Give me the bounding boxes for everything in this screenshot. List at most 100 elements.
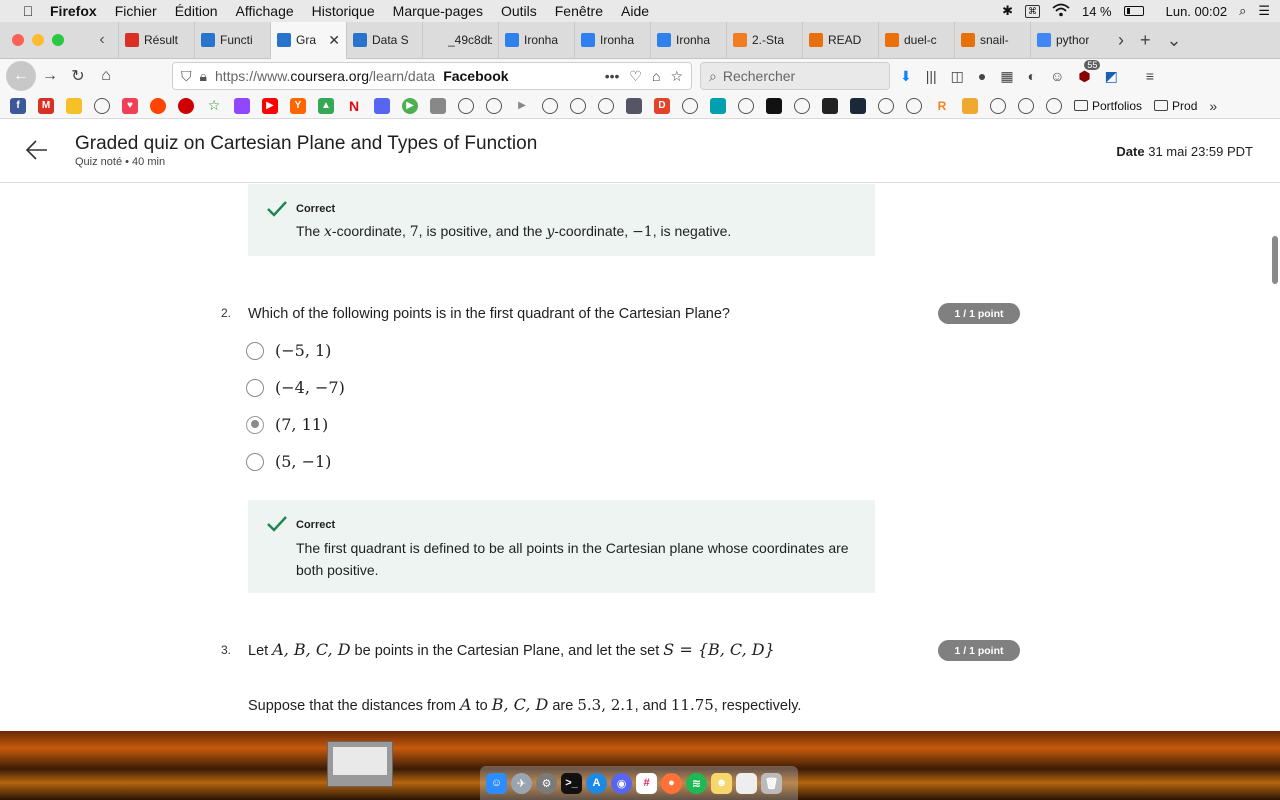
gmail-bookmark-icon[interactable]: M (38, 97, 54, 114)
app6-bookmark-icon[interactable] (766, 97, 782, 114)
page-scrollbar[interactable] (1272, 236, 1278, 284)
ublock-icon[interactable]: ⬢ 55 (1078, 59, 1101, 85)
search-field[interactable]: ⌕ Rechercher (700, 62, 890, 90)
tabs-scroll-right-icon[interactable]: › (1118, 30, 1124, 51)
app7-bookmark-icon[interactable] (822, 97, 838, 114)
lock-icon[interactable]: 🔒︎ (200, 68, 207, 85)
facebook-bookmark-icon[interactable]: f (10, 97, 26, 114)
answer-option-selected[interactable]: (7, 11) (246, 415, 328, 434)
globe5-bookmark-icon[interactable] (570, 97, 586, 114)
extension-grid-icon[interactable]: ▦ (1000, 68, 1013, 85)
tab[interactable]: Résult (118, 21, 194, 59)
globe13-bookmark-icon[interactable] (1018, 97, 1034, 114)
globe-bookmark-icon[interactable] (94, 97, 110, 114)
steam-bookmark-icon[interactable] (850, 97, 866, 114)
battery-icon[interactable] (1123, 6, 1144, 16)
hamburger-menu-icon[interactable]: ≡ (1146, 68, 1154, 84)
keyboard-input-icon[interactable]: ⌘ (1024, 4, 1040, 18)
tab[interactable]: Functi (194, 21, 270, 59)
globe14-bookmark-icon[interactable] (1046, 97, 1062, 114)
menu-historique[interactable]: Historique (312, 3, 375, 19)
tab[interactable]: snail- (954, 21, 1030, 59)
globe11-bookmark-icon[interactable] (906, 97, 922, 114)
minimized-window-thumbnail[interactable] (327, 741, 393, 787)
address-bar[interactable]: ⛉ 🔒︎ https://www.coursera.org/learn/data… (172, 62, 692, 90)
app4-bookmark-icon[interactable] (626, 97, 642, 114)
tab[interactable]: Data S (346, 21, 422, 59)
new-tab-button[interactable]: + (1140, 30, 1151, 51)
tabs-scroll-left-icon[interactable]: ‹ (92, 31, 112, 49)
slack-icon[interactable]: # (636, 772, 657, 794)
tag-icon[interactable]: ⌂ (652, 68, 660, 85)
sidebar-icon[interactable]: ◫ (951, 68, 964, 85)
tab[interactable]: Ironha (574, 21, 650, 59)
answer-option[interactable]: (−4, −7) (246, 378, 345, 397)
menu-marque-pages[interactable]: Marque-pages (393, 3, 483, 19)
keep-bookmark-icon[interactable] (66, 97, 82, 114)
youtube-bookmark-icon[interactable]: ▶ (262, 97, 278, 114)
close-tab-icon[interactable]: ✕ (328, 32, 340, 49)
notification-center-icon[interactable]: ☰ (1258, 3, 1270, 19)
tab[interactable]: _49c8dbb (422, 21, 498, 59)
back-arrow-icon[interactable] (24, 137, 50, 163)
pocket-bookmark-icon[interactable]: ♥ (122, 97, 138, 114)
downloads-icon[interactable]: ⬇ (900, 68, 912, 85)
apple-menu-icon[interactable]:  (20, 3, 36, 19)
globe12-bookmark-icon[interactable] (990, 97, 1006, 114)
globe7-bookmark-icon[interactable] (682, 97, 698, 114)
menu-app-name[interactable]: Firefox (50, 3, 97, 19)
tab[interactable]: 2.-Sta (726, 21, 802, 59)
wifi-icon[interactable] (1052, 3, 1070, 20)
container-badge[interactable]: Facebook (443, 68, 508, 84)
library-icon[interactable]: ||| (926, 68, 937, 84)
tracking-shield-icon[interactable]: ⛉ (181, 68, 192, 85)
tab-active[interactable]: Gra ✕ (270, 21, 346, 59)
firefox-icon[interactable]: ● (661, 772, 682, 794)
app-store-icon[interactable]: A (586, 772, 607, 794)
app-icon[interactable]: ☻ (711, 772, 732, 794)
extension-owl-icon[interactable]: ☺ (1050, 68, 1064, 84)
home-button[interactable]: ⌂ (92, 62, 120, 90)
discord-icon[interactable]: ◉ (611, 772, 632, 794)
app-bookmark-icon[interactable] (178, 97, 194, 114)
extension-flag-icon[interactable]: ◩ (1105, 68, 1118, 85)
globe9-bookmark-icon[interactable] (794, 97, 810, 114)
globe3-bookmark-icon[interactable] (486, 97, 502, 114)
forward-button[interactable]: → (36, 62, 64, 90)
minimize-window-button[interactable] (32, 34, 44, 46)
tab[interactable]: duel-c (878, 21, 954, 59)
trash-icon[interactable]: 🗑︎ (761, 772, 782, 794)
account-icon[interactable]: ● (978, 68, 986, 84)
tab[interactable]: pythor (1030, 21, 1106, 59)
document-icon[interactable] (736, 772, 757, 794)
menu-fichier[interactable]: Fichier (115, 3, 157, 19)
pocket-icon[interactable]: ♡ (629, 68, 642, 85)
radio-button[interactable] (246, 452, 264, 471)
tab[interactable]: Ironha (498, 21, 574, 59)
extension-icon[interactable]: ◐ (1028, 68, 1036, 84)
back-button[interactable]: ← (6, 61, 36, 91)
reddit-bookmark-icon[interactable] (150, 97, 166, 114)
app5-bookmark-icon[interactable] (710, 97, 726, 114)
spotlight-search-icon[interactable]: ⌕ (1239, 3, 1246, 19)
d-bookmark-icon[interactable]: D (654, 97, 670, 114)
finder-icon[interactable]: ☺ (486, 772, 507, 794)
page-actions-icon[interactable]: ••• (605, 68, 620, 85)
star-bookmark-icon[interactable]: ☆ (206, 97, 222, 114)
play-bookmark-icon[interactable]: ▶ (402, 97, 418, 114)
close-window-button[interactable] (12, 34, 24, 46)
app3-bookmark-icon[interactable] (430, 97, 446, 114)
r-bookmark-icon[interactable]: R (934, 98, 950, 114)
bookmark-star-icon[interactable]: ☆ (670, 68, 683, 85)
clock[interactable]: Lun. 00:02 (1166, 4, 1227, 19)
tab[interactable]: READ (802, 21, 878, 59)
twitch-bookmark-icon[interactable] (234, 97, 250, 114)
answer-option[interactable]: (−5, 1) (246, 341, 331, 360)
globe2-bookmark-icon[interactable] (458, 97, 474, 114)
bookmarks-overflow-icon[interactable]: » (1209, 98, 1217, 114)
rss-bookmark-icon[interactable] (962, 97, 978, 114)
launchpad-icon[interactable]: ✈ (511, 772, 532, 794)
globe10-bookmark-icon[interactable] (878, 97, 894, 114)
menu-aide[interactable]: Aide (621, 3, 649, 19)
system-preferences-icon[interactable]: ⚙ (536, 772, 557, 794)
